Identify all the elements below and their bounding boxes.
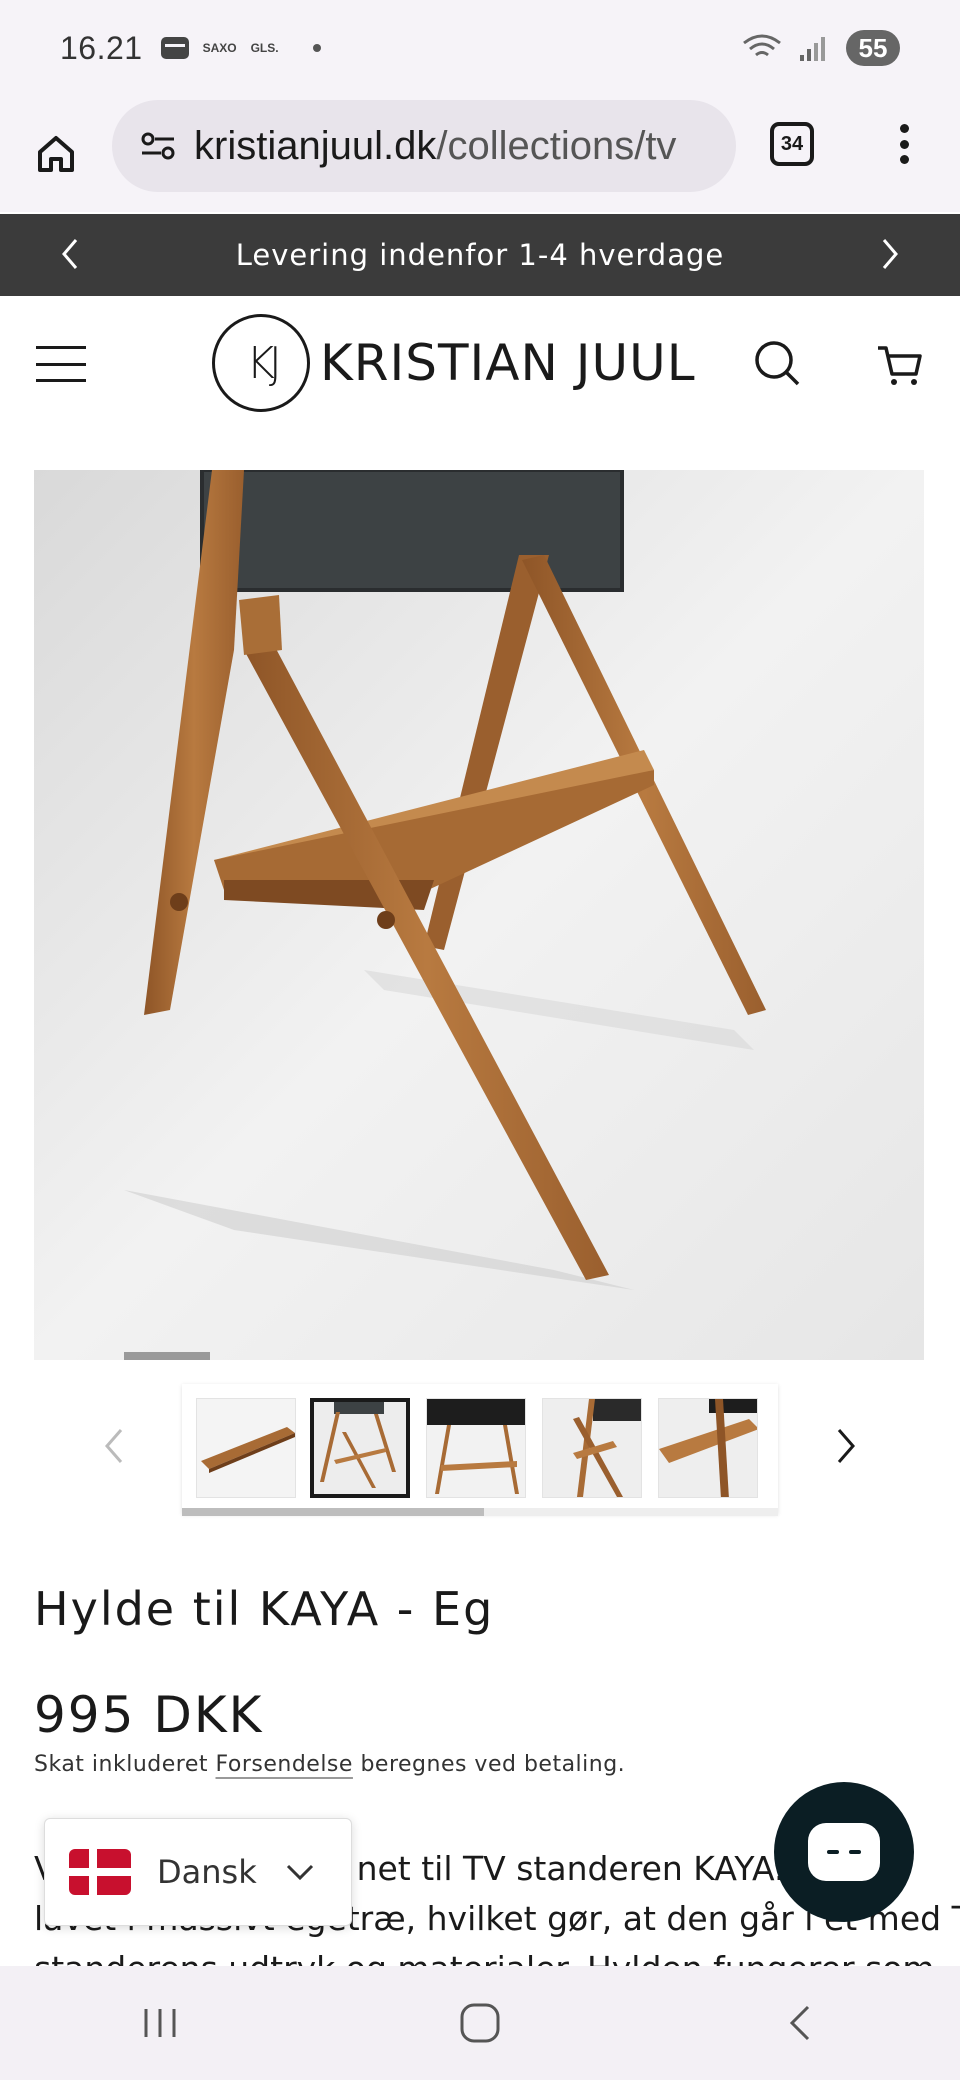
chat-icon <box>808 1823 880 1881</box>
thumbnail-scrollbar-thumb[interactable] <box>182 1508 484 1516</box>
chat-button[interactable] <box>774 1782 914 1922</box>
chevron-left-icon <box>105 1429 123 1463</box>
tax-note-prefix: Skat inkluderet <box>34 1752 208 1777</box>
language-label: Dansk <box>157 1853 257 1891</box>
chevron-right-icon <box>882 239 898 269</box>
site-settings-icon[interactable] <box>140 131 176 161</box>
announcement-bar: Levering indenfor 1-4 hverdage <box>0 214 960 296</box>
chevron-down-icon <box>286 1864 314 1881</box>
cart-icon <box>878 346 922 385</box>
site-logo[interactable]: KJ KRISTIAN JUUL <box>212 314 696 412</box>
message-icon <box>160 37 189 59</box>
menu-dot-icon <box>899 139 909 149</box>
stand-detail-thumbnail-image <box>543 1399 641 1497</box>
battery-indicator: 55 <box>846 30 900 66</box>
chevron-right-icon <box>837 1429 855 1463</box>
wifi-icon <box>743 34 781 57</box>
recent-apps-icon <box>144 2009 176 2037</box>
home-icon <box>38 136 74 172</box>
announcement-next-button[interactable] <box>872 236 908 272</box>
cart-button[interactable] <box>872 336 928 392</box>
tab-switcher-button[interactable]: 34 <box>770 122 814 166</box>
language-selector[interactable]: Dansk <box>44 1818 352 1926</box>
recent-apps-button[interactable] <box>120 1983 200 2063</box>
home-button[interactable] <box>28 126 84 182</box>
status-bar: 16.21 SAXO GLS. 55 <box>0 0 960 96</box>
cell-signal-icon <box>800 37 825 61</box>
denmark-flag-icon <box>69 1849 131 1895</box>
tax-note: Skat inkluderet Forsendelse beregnes ved… <box>34 1752 625 1777</box>
product-title: Hylde til KAYA - Eg <box>34 1582 495 1636</box>
menu-dot-icon <box>899 155 909 164</box>
hamburger-line <box>36 346 86 349</box>
url-path: /collections/tv <box>436 123 677 168</box>
system-navigation-bar <box>0 1966 960 2080</box>
thumbnail-5[interactable] <box>658 1398 758 1498</box>
thumbnail-prev-button[interactable] <box>94 1418 134 1474</box>
saxo-notification-icon: SAXO <box>202 41 237 55</box>
chevron-left-icon <box>62 239 78 269</box>
home-circle-icon <box>460 2003 500 2043</box>
stand-front-thumbnail-image <box>427 1399 525 1497</box>
thumbnail-4[interactable] <box>542 1398 642 1498</box>
search-icon <box>755 341 800 386</box>
browser-toolbar: kristianjuul.dk/collections/tv 34 <box>0 96 960 212</box>
tax-note-suffix: beregnes ved betaling. <box>360 1752 626 1777</box>
thumbnail-next-button[interactable] <box>826 1418 866 1474</box>
status-time: 16.21 <box>60 29 143 66</box>
announcement-prev-button[interactable] <box>52 236 88 272</box>
address-bar[interactable]: kristianjuul.dk/collections/tv <box>112 100 736 192</box>
home-nav-button[interactable] <box>440 1983 520 2063</box>
back-icon <box>789 2005 810 2041</box>
menu-dot-icon <box>899 124 909 133</box>
description-line1: net til TV standeren KAYA. H <box>356 1849 820 1888</box>
search-button[interactable] <box>750 336 806 392</box>
site-header: KJ KRISTIAN JUUL <box>0 296 960 436</box>
shipping-link[interactable]: Forsendelse <box>216 1752 353 1777</box>
description-line3: standerens udtryk og materialer. Hylden … <box>34 1944 935 1966</box>
thumbnail-3[interactable] <box>426 1398 526 1498</box>
product-main-image[interactable] <box>34 470 924 1360</box>
thumbnail-scrollbar[interactable] <box>182 1508 778 1516</box>
url-host: kristianjuul.dk <box>194 123 437 168</box>
product-price: 995 DKK <box>34 1686 264 1744</box>
notification-icons: SAXO GLS. <box>160 37 321 59</box>
shelf-closeup-thumbnail-image <box>659 1399 757 1497</box>
hamburger-line <box>36 379 86 382</box>
back-nav-button[interactable] <box>760 1983 840 2063</box>
more-notifications-icon <box>312 44 321 52</box>
hamburger-line <box>36 362 86 366</box>
menu-hamburger-button[interactable] <box>36 346 86 382</box>
url-text: kristianjuul.dk/collections/tv <box>194 124 676 169</box>
stand-side-thumbnail-image <box>314 1402 406 1494</box>
tv-stand-shelf-photo <box>34 470 924 1360</box>
browser-menu-button[interactable] <box>888 116 920 172</box>
logo-mark: KJ <box>212 314 310 412</box>
thumbnail-strip <box>182 1384 778 1514</box>
gls-notification-icon: GLS. <box>250 41 279 55</box>
image-carousel-progress <box>124 1352 210 1360</box>
logo-text: KRISTIAN JUUL <box>320 334 696 392</box>
thumbnail-2[interactable] <box>310 1398 410 1498</box>
thumbnail-1[interactable] <box>196 1398 296 1498</box>
announcement-text: Levering indenfor 1-4 hverdage <box>235 238 725 272</box>
shelf-thumbnail-image <box>197 1399 295 1497</box>
